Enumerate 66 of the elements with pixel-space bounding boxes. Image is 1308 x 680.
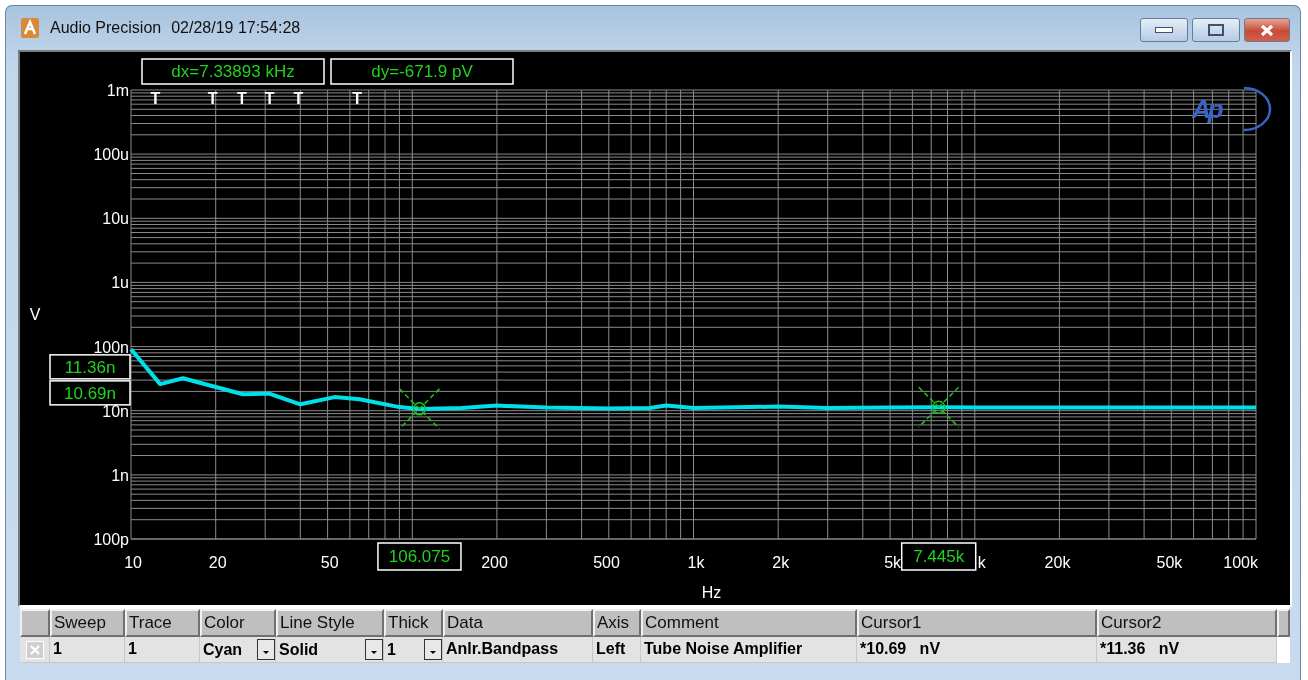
y-axis-label: V — [29, 306, 41, 323]
column-header[interactable]: Line Style — [276, 609, 384, 637]
delta-readout: dx=7.33893 kHz — [141, 58, 325, 85]
column-header[interactable]: Axis — [593, 609, 641, 637]
column-header[interactable]: Thick — [384, 609, 443, 637]
y-tick-label: 100n — [93, 338, 129, 356]
dropdown-field[interactable]: Cyan — [200, 637, 276, 663]
app-icon — [20, 17, 40, 39]
cursor-x-readout: 106.075 — [377, 542, 462, 571]
column-header[interactable]: Color — [200, 609, 276, 637]
x-tick-label: 20k — [1044, 554, 1071, 571]
cursor-y-readout: 11.36n — [49, 354, 131, 380]
header-cell — [1277, 609, 1290, 637]
y-tick-label: 10u — [102, 210, 129, 228]
x-tick-label: 2k — [772, 554, 790, 571]
table-cell: *11.36 nV — [1097, 637, 1277, 663]
cursor-marker[interactable] — [917, 386, 960, 428]
table-cell: 1 — [125, 637, 200, 663]
minimize-icon — [1155, 27, 1173, 33]
column-header[interactable]: Cursor1 — [857, 609, 1097, 637]
column-header[interactable]: Comment — [641, 609, 857, 637]
column-header[interactable]: Cursor2 — [1097, 609, 1277, 637]
timestamp: 02/28/19 17:54:28 — [171, 19, 301, 37]
y-tick-label: 1u — [111, 274, 129, 292]
x-axis-label: Hz — [701, 584, 722, 601]
minimize-button[interactable] — [1140, 18, 1188, 42]
column-header[interactable]: Trace — [125, 609, 200, 637]
column-header[interactable]: Sweep — [50, 609, 125, 637]
maximize-button[interactable] — [1192, 18, 1240, 42]
dropdown-field[interactable]: Solid — [276, 637, 384, 663]
maximize-icon — [1208, 24, 1224, 36]
x-tick-label: 20 — [208, 554, 227, 571]
x-tick-label: 100k — [1223, 554, 1258, 571]
x-tick-label: k — [977, 554, 986, 571]
cursor-x-readout: 7.445k — [900, 542, 977, 571]
marker-label: T — [237, 90, 247, 107]
x-tick-label: 10 — [124, 554, 142, 571]
y-tick-label: 100p — [93, 531, 129, 548]
marker-label: T — [207, 90, 218, 107]
cursor-y-readout: 10.69n — [49, 380, 131, 406]
table-cell: Left — [593, 637, 641, 663]
checkbox[interactable] — [25, 640, 44, 659]
marker-label: T — [352, 90, 363, 107]
table-cell: 1 — [50, 637, 125, 663]
y-tick-label: 100u — [93, 146, 129, 164]
dropdown-field[interactable]: 1 — [384, 637, 443, 663]
y-tick-label: 1n — [111, 466, 129, 484]
window-title: Audio Precision — [50, 19, 162, 37]
y-tick-label: 1m — [106, 82, 129, 99]
column-header[interactable]: Data — [443, 609, 593, 637]
table-cell: Anlr.Bandpass — [443, 637, 593, 663]
cursor-marker[interactable] — [398, 388, 441, 430]
x-tick-label: 1k — [687, 554, 705, 571]
x-tick-label: 500 — [593, 554, 620, 571]
close-icon — [1259, 23, 1275, 37]
delta-readout: dy=-671.9 pV — [330, 58, 514, 85]
marker-label: T — [150, 90, 161, 107]
x-tick-label: 5k — [884, 554, 902, 571]
table-cell: *10.69 nV — [857, 637, 1097, 663]
x-tick-label: 200 — [481, 554, 508, 571]
marker-label: T — [293, 90, 304, 107]
x-tick-label: 50 — [320, 554, 339, 571]
x-tick-label: 50k — [1156, 554, 1183, 571]
table-cell: Tube Noise Amplifier — [641, 637, 857, 663]
marker-label: T — [264, 90, 275, 107]
close-button[interactable] — [1244, 18, 1290, 42]
